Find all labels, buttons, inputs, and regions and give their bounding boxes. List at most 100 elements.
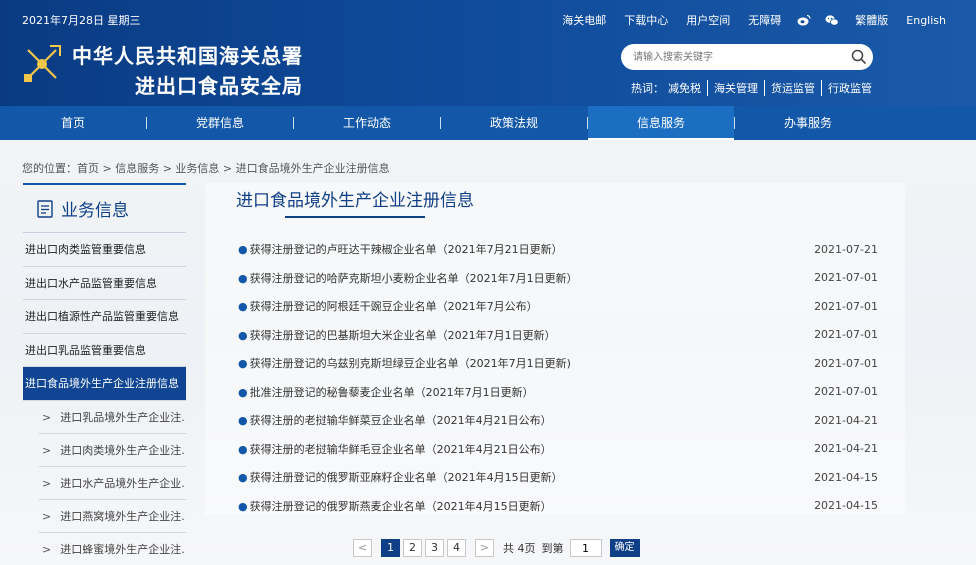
sidebar-subitem[interactable]: > 进口燕窝境外生产企业注... (39, 500, 186, 533)
sidebar-subitem[interactable]: > 进口蜂蜜境外生产企业注... (39, 533, 186, 565)
news-title-link[interactable]: ● 获得注册登记的哈萨克斯坦小麦粉企业名单（2021年7月1日更新） (238, 270, 578, 286)
news-title-link[interactable]: ● 获得注册登记的俄罗斯亚麻籽企业名单（2021年4月15日更新） (238, 469, 563, 485)
bullet-icon: ● (238, 414, 248, 428)
link-customs-email[interactable]: 海关电邮 (553, 12, 615, 28)
sidebar-subitem-label: 进口肉类境外生产企业注... (60, 443, 186, 457)
main-nav: 首页 党群信息 工作动态 政策法规 信息服务 办事服务 (0, 106, 976, 140)
hot-word-link[interactable]: 海关管理 (707, 80, 764, 96)
sidebar-item-plant[interactable]: 进出口植源性产品监管重要信息 (23, 300, 186, 334)
sidebar-item-meat[interactable]: 进出口肉类监管重要信息 (23, 233, 186, 267)
sidebar: 业务信息 进出口肉类监管重要信息 进出口水产品监管重要信息 进出口植源性产品监管… (23, 183, 186, 565)
search-icon[interactable] (851, 49, 867, 65)
news-title: 获得注册登记的阿根廷干豌豆企业名单（2021年7月公布） (249, 300, 538, 314)
page-button-current[interactable]: 1 (381, 539, 400, 557)
nav-party-info[interactable]: 党群信息 (147, 106, 293, 140)
search-box (621, 44, 873, 70)
pagination: < 1 2 3 4 > 共 4页 到第 确定 (353, 539, 640, 557)
sidebar-title-text: 业务信息 (61, 201, 129, 221)
sidebar-subitem-label: 进口水产品境外生产企业... (60, 476, 186, 490)
list-item[interactable]: ● 获得注册登记的卢旺达干辣椒企业名单（2021年7月21日更新） 2021-07-… (238, 235, 878, 264)
list-item[interactable]: ● 获得注册登记的巴基斯坦大米企业名单（2021年7月1日更新） 2021-07-0… (238, 321, 878, 350)
org-name-primary: 中华人民共和国海关总署 (72, 44, 303, 68)
sidebar-item-dairy[interactable]: 进出口乳品监管重要信息 (23, 334, 186, 367)
page-button[interactable]: 3 (425, 539, 444, 557)
news-title-link[interactable]: ● 获得注册登记的卢旺达干辣椒企业名单（2021年7月21日更新） (238, 241, 563, 257)
page-title: 进口食品境外生产企业注册信息 (236, 191, 474, 211)
list-item[interactable]: ● 获得注册登记的俄罗斯亚麻籽企业名单（2021年4月15日更新） 2021-04-… (238, 463, 878, 492)
confirm-button[interactable]: 确定 (609, 539, 640, 557)
news-title: 获得注册登记的哈萨克斯坦小麦粉企业名单（2021年7月1日更新） (249, 271, 578, 285)
link-accessibility[interactable]: 无障碍 (739, 12, 790, 28)
sidebar-item-registration[interactable]: 进口食品境外生产企业注册信息 (23, 367, 186, 401)
current-date: 2021年7月28日 星期三 (22, 14, 141, 27)
chevron-right-icon: > (42, 542, 52, 556)
sidebar-subitem-label: 进口蜂蜜境外生产企业注... (60, 542, 186, 556)
news-list: ● 获得注册登记的卢旺达干辣椒企业名单（2021年7月21日更新） 2021-07-… (238, 235, 878, 520)
bullet-icon: ● (238, 471, 248, 485)
link-download-center[interactable]: 下载中心 (615, 12, 677, 28)
chevron-right-icon: > (42, 410, 52, 424)
nav-services[interactable]: 办事服务 (735, 106, 881, 140)
news-title: 批准注册登记的秘鲁藜麦企业名单（2021年7月1日更新） (249, 385, 534, 399)
list-item[interactable]: ● 获得注册的老挝输华鲜菜豆企业名单（2021年4月21日公布） 2021-04-2… (238, 406, 878, 435)
sidebar-subitem[interactable]: > 进口肉类境外生产企业注... (39, 434, 186, 467)
hot-word-link[interactable]: 减免税 (668, 80, 707, 96)
news-title-link[interactable]: ● 获得注册的老挝输华鲜毛豆企业名单（2021年4月21日公布） (238, 441, 552, 457)
hot-words-label: 热词： (631, 82, 664, 95)
link-traditional-chinese[interactable]: 繁體版 (846, 12, 897, 28)
nav-info-service[interactable]: 信息服务 (588, 106, 734, 140)
news-date: 2021-07-21 (814, 242, 878, 256)
news-title: 获得注册的老挝输华鲜毛豆企业名单（2021年4月21日公布） (249, 442, 552, 456)
top-links: 海关电邮 下载中心 用户空间 无障碍 繁體版 English (553, 12, 976, 28)
news-title: 获得注册登记的卢旺达干辣椒企业名单（2021年7月21日更新） (249, 243, 563, 257)
news-title-link[interactable]: ● 批准注册登记的秘鲁藜麦企业名单（2021年7月1日更新） (238, 384, 534, 400)
link-user-space[interactable]: 用户空间 (677, 12, 739, 28)
total-pages-text: 共 4页 (503, 542, 536, 555)
sidebar-subitem-label: 进口燕窝境外生产企业注... (60, 509, 186, 523)
list-item[interactable]: ● 获得注册登记的哈萨克斯坦小麦粉企业名单（2021年7月1日更新） 2021-07… (238, 264, 878, 293)
page-button[interactable]: 2 (403, 539, 422, 557)
news-title-link[interactable]: ● 获得注册登记的阿根廷干豌豆企业名单（2021年7月公布） (238, 298, 538, 314)
wechat-icon[interactable] (825, 13, 839, 27)
list-item[interactable]: ● 批准注册登记的秘鲁藜麦企业名单（2021年7月1日更新） 2021-07-01 (238, 378, 878, 407)
news-date: 2021-04-21 (814, 442, 878, 456)
nav-work-news[interactable]: 工作动态 (294, 106, 440, 140)
news-title-link[interactable]: ● 获得注册登记的俄罗斯燕麦企业名单（2021年4月15日更新） (238, 498, 552, 514)
hot-word-link[interactable]: 货运监管 (764, 80, 821, 96)
next-page-button[interactable]: > (475, 539, 494, 557)
search-input[interactable] (633, 48, 843, 66)
bullet-icon: ● (238, 300, 248, 314)
news-title-link[interactable]: ● 获得注册的老挝输华鲜菜豆企业名单（2021年4月21日公布） (238, 412, 552, 428)
weibo-icon[interactable] (797, 13, 811, 27)
main-content: 进口食品境外生产企业注册信息 ● 获得注册登记的卢旺达干辣椒企业名单（2021年7… (205, 183, 905, 515)
sidebar-subitem[interactable]: > 进口水产品境外生产企业... (39, 467, 186, 500)
title-underline (285, 216, 425, 218)
bullet-icon: ● (238, 357, 248, 371)
list-item[interactable]: ● 获得注册的老挝输华鲜毛豆企业名单（2021年4月21日公布） 2021-04-2… (238, 435, 878, 464)
news-title: 获得注册登记的乌兹别克斯坦绿豆企业名单（2021年7月1日更新) (249, 357, 571, 371)
news-title: 获得注册登记的俄罗斯亚麻籽企业名单（2021年4月15日更新） (249, 471, 563, 485)
prev-page-button[interactable]: < (353, 539, 372, 557)
page-button[interactable]: 4 (447, 539, 466, 557)
list-item[interactable]: ● 获得注册登记的俄罗斯燕麦企业名单（2021年4月15日更新） 2021-04-1… (238, 492, 878, 521)
nav-policy[interactable]: 政策法规 (441, 106, 587, 140)
news-title-link[interactable]: ● 获得注册登记的巴基斯坦大米企业名单（2021年7月1日更新） (238, 327, 556, 343)
news-title: 获得注册登记的俄罗斯燕麦企业名单（2021年4月15日更新） (249, 499, 552, 513)
hot-words: 热词： 减免税 海关管理 货运监管 行政监管 (631, 80, 878, 96)
list-item[interactable]: ● 获得注册登记的乌兹别克斯坦绿豆企业名单（2021年7月1日更新) 2021-07… (238, 349, 878, 378)
hot-word-link[interactable]: 行政监管 (821, 80, 878, 96)
nav-home[interactable]: 首页 (0, 106, 146, 140)
site-header: 2021年7月28日 星期三 海关电邮 下载中心 用户空间 无障碍 繁體版 En… (0, 0, 976, 106)
news-date: 2021-07-01 (814, 271, 878, 285)
goto-label: 到第 (541, 542, 564, 555)
news-title-link[interactable]: ● 获得注册登记的乌兹别克斯坦绿豆企业名单（2021年7月1日更新) (238, 355, 571, 371)
list-item[interactable]: ● 获得注册登记的阿根廷干豌豆企业名单（2021年7月公布） 2021-07-01 (238, 292, 878, 321)
goto-page-input[interactable] (569, 539, 602, 557)
news-date: 2021-04-15 (814, 470, 878, 484)
news-date: 2021-04-15 (814, 499, 878, 513)
sidebar-subitem[interactable]: > 进口乳品境外生产企业注... (39, 401, 186, 434)
chevron-right-icon: > (42, 509, 52, 523)
sidebar-item-aquatic[interactable]: 进出口水产品监管重要信息 (23, 267, 186, 300)
link-english[interactable]: English (897, 14, 976, 27)
news-date: 2021-07-01 (814, 356, 878, 370)
